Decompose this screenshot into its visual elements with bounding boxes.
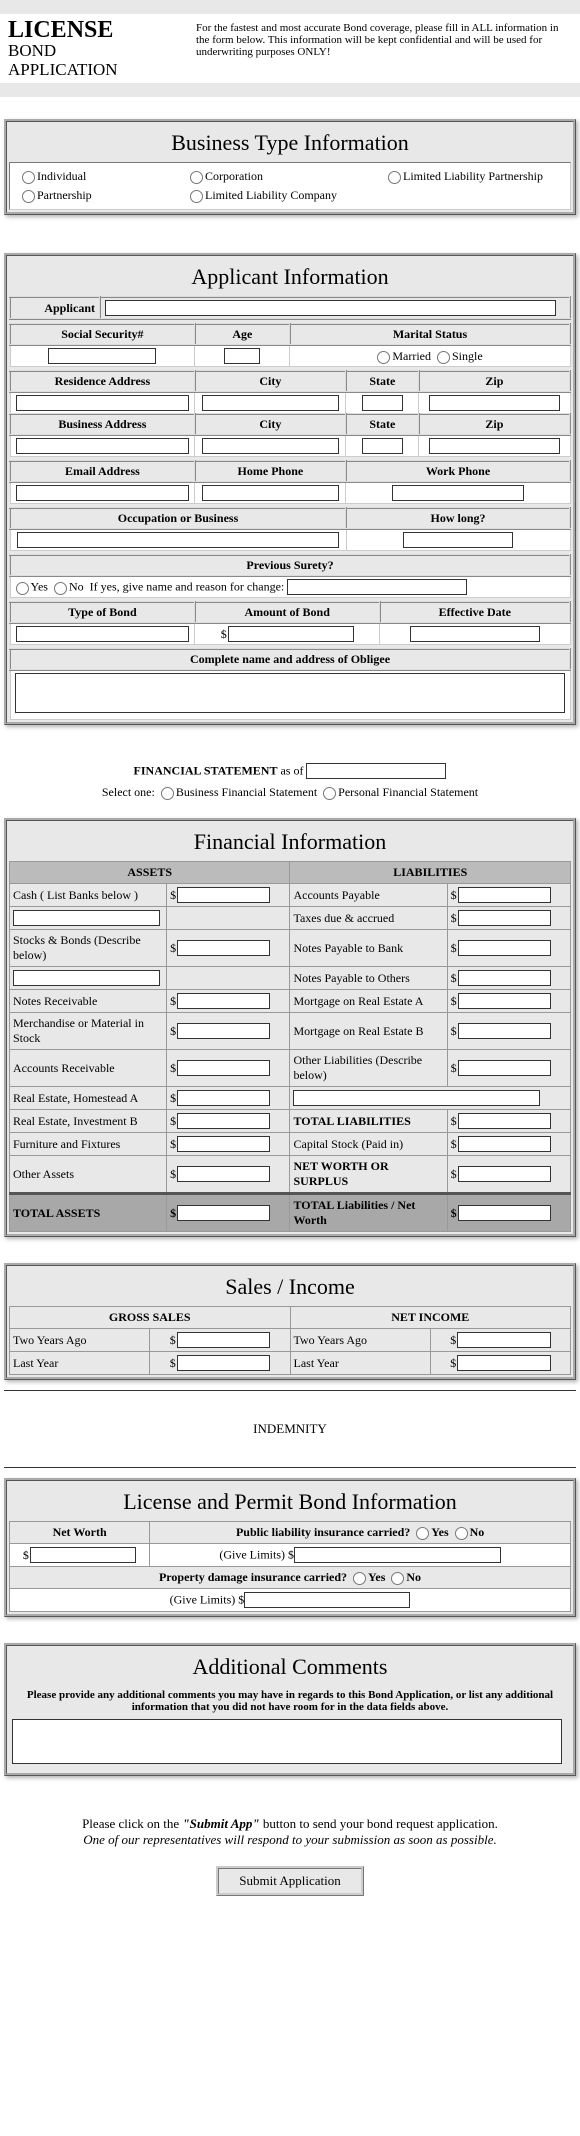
applicant-input[interactable]: [105, 300, 556, 316]
email-input[interactable]: [16, 485, 189, 501]
applicant-section: Applicant Information Applicant Social S…: [4, 253, 576, 725]
pub-limits-input[interactable]: [294, 1547, 501, 1563]
other-liab-input[interactable]: [458, 1060, 551, 1076]
biztype-llp-radio[interactable]: [388, 171, 401, 184]
amount-input[interactable]: [228, 626, 354, 642]
mort-a-input[interactable]: [458, 993, 551, 1009]
merch-input[interactable]: [177, 1023, 270, 1039]
gross-two-input[interactable]: [177, 1332, 270, 1348]
stocks-desc-input[interactable]: [13, 970, 160, 986]
finstmt-biz-radio[interactable]: [161, 787, 174, 800]
biz-zip-input[interactable]: [429, 438, 561, 454]
finstmt-date-input[interactable]: [306, 763, 446, 779]
biztype-individual-radio[interactable]: [22, 171, 35, 184]
res-state-input[interactable]: [362, 395, 403, 411]
header-blurb: For the fastest and most accurate Bond c…: [188, 18, 572, 58]
footer-note: Please click on the "Submit App" button …: [0, 1810, 580, 1854]
howlong-input[interactable]: [403, 532, 513, 548]
married-radio[interactable]: [377, 351, 390, 364]
other-assets-input[interactable]: [177, 1166, 270, 1182]
business-type-section: Business Type Information Individual Cor…: [4, 119, 576, 215]
biz-city-input[interactable]: [202, 438, 339, 454]
additional-textarea[interactable]: [12, 1719, 562, 1764]
occupation-input[interactable]: [17, 532, 338, 548]
re-a-input[interactable]: [177, 1090, 270, 1106]
sales-section: Sales / Income GROSS SALES NET INCOME Tw…: [4, 1263, 576, 1380]
re-b-input[interactable]: [177, 1113, 270, 1129]
prev-no-radio[interactable]: [54, 582, 67, 595]
biztype-partnership-radio[interactable]: [22, 190, 35, 203]
taxes-input[interactable]: [458, 910, 551, 926]
notes-bank-input[interactable]: [458, 940, 551, 956]
bondtype-input[interactable]: [16, 626, 189, 642]
submit-button[interactable]: Submit Application: [216, 1866, 363, 1896]
age-input[interactable]: [224, 348, 260, 364]
prop-no-radio[interactable]: [391, 1572, 404, 1585]
pub-yes-radio[interactable]: [416, 1527, 429, 1540]
mort-b-input[interactable]: [458, 1023, 551, 1039]
hphone-input[interactable]: [202, 485, 339, 501]
notes-others-input[interactable]: [458, 970, 551, 986]
indemnity-heading: INDEMNITY: [0, 1401, 580, 1457]
biz-addr-input[interactable]: [16, 438, 189, 454]
networth-input[interactable]: [458, 1166, 551, 1182]
total-liab-input[interactable]: [458, 1113, 551, 1129]
pub-no-radio[interactable]: [455, 1527, 468, 1540]
wphone-input[interactable]: [392, 485, 523, 501]
res-city-input[interactable]: [202, 395, 339, 411]
page-header: LICENSE BOND APPLICATION For the fastest…: [0, 14, 580, 83]
financial-statement-row: FINANCIAL STATEMENT as of: [0, 759, 580, 783]
finstmt-pers-radio[interactable]: [323, 787, 336, 800]
notes-recv-input[interactable]: [177, 993, 270, 1009]
stocks-input[interactable]: [177, 940, 270, 956]
total-ln-input[interactable]: [458, 1205, 551, 1221]
res-zip-input[interactable]: [429, 395, 561, 411]
net-last-input[interactable]: [457, 1355, 550, 1371]
accts-payable-input[interactable]: [458, 887, 551, 903]
cash-input[interactable]: [177, 887, 270, 903]
obligee-textarea[interactable]: [15, 673, 564, 713]
biztype-corporation-radio[interactable]: [190, 171, 203, 184]
biz-state-input[interactable]: [362, 438, 403, 454]
prev-yes-radio[interactable]: [16, 582, 29, 595]
prev-reason-input[interactable]: [287, 579, 467, 595]
capstock-input[interactable]: [458, 1136, 551, 1152]
page-title: LICENSE: [8, 18, 188, 42]
total-assets-input[interactable]: [177, 1205, 270, 1221]
furn-input[interactable]: [177, 1136, 270, 1152]
financial-section: Financial Information ASSETS LIABILITIES…: [4, 818, 576, 1237]
prop-limits-input[interactable]: [244, 1592, 410, 1608]
accts-recv-input[interactable]: [177, 1060, 270, 1076]
biztype-llc-radio[interactable]: [190, 190, 203, 203]
other-liab-desc-input[interactable]: [293, 1090, 539, 1106]
res-addr-input[interactable]: [16, 395, 189, 411]
additional-section: Additional Comments Please provide any a…: [4, 1643, 576, 1776]
lic-networth-input[interactable]: [30, 1547, 137, 1563]
single-radio[interactable]: [437, 351, 450, 364]
license-section: License and Permit Bond Information Net …: [4, 1478, 576, 1617]
ssn-input[interactable]: [48, 348, 156, 364]
banks-input[interactable]: [13, 910, 160, 926]
effdate-input[interactable]: [410, 626, 540, 642]
net-two-input[interactable]: [457, 1332, 550, 1348]
gross-last-input[interactable]: [177, 1355, 270, 1371]
prop-yes-radio[interactable]: [353, 1572, 366, 1585]
